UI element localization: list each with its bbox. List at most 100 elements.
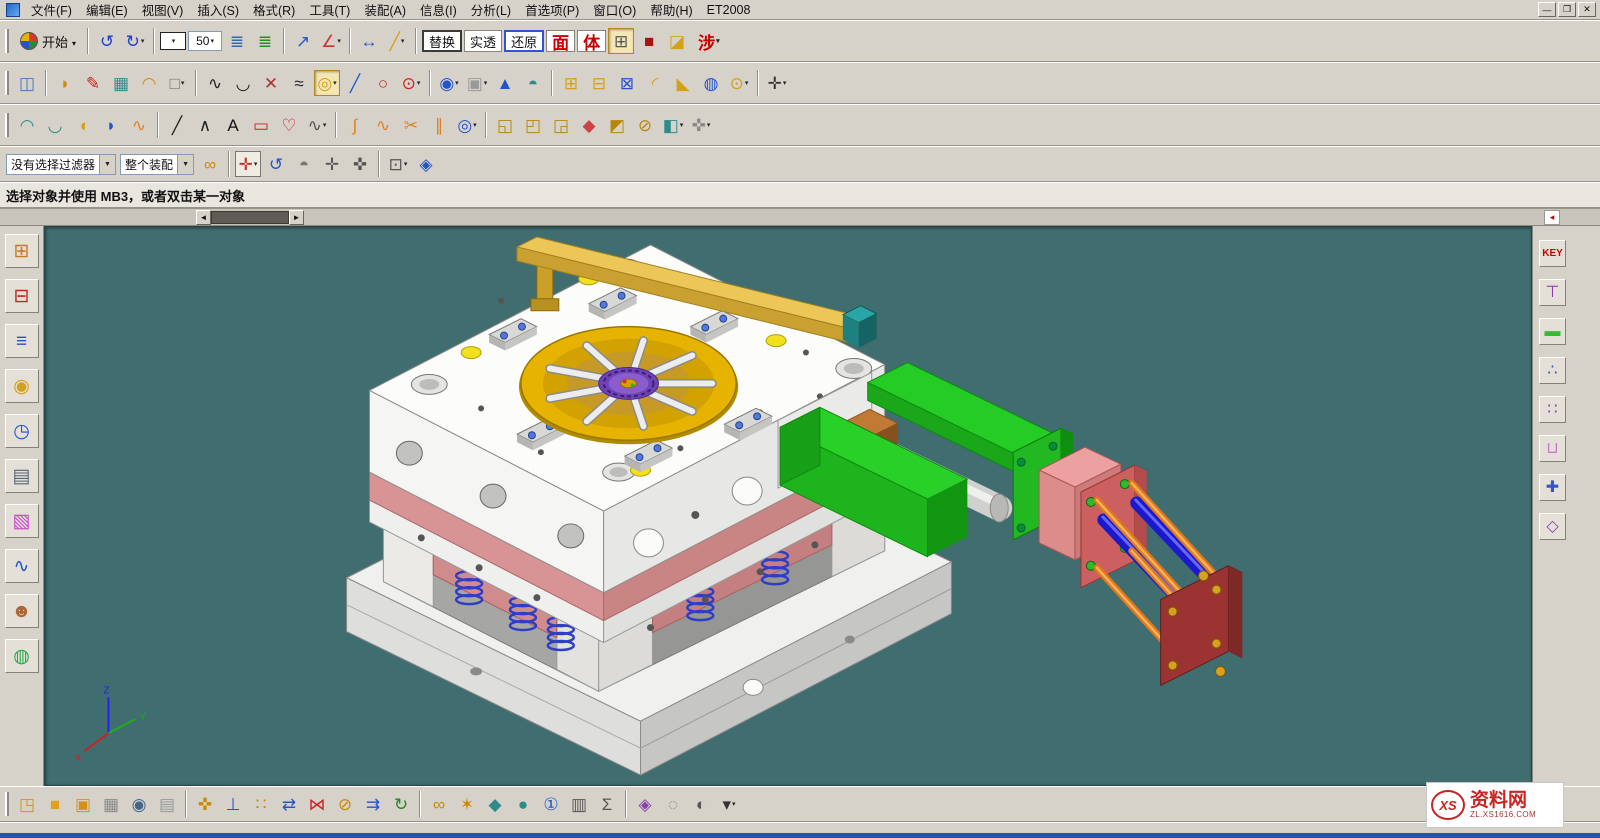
ruler-icon[interactable]: ╱▾	[384, 28, 410, 54]
menu-file[interactable]: 文件(F)	[24, 0, 79, 21]
donut-icon[interactable]: ◎▾	[314, 70, 340, 96]
intersection-curve-icon[interactable]: ✕	[258, 70, 284, 96]
visualization-icon[interactable]: ∿	[5, 549, 39, 583]
dropdown-arrow[interactable]: ▾	[716, 37, 720, 45]
pull-face-icon[interactable]: ◰	[520, 112, 546, 138]
intersect-icon[interactable]: ⊠	[614, 70, 640, 96]
hydraulic-cylinder[interactable]	[1039, 447, 1242, 685]
component-new-icon[interactable]: ◳	[14, 791, 40, 817]
mold-assembly-model[interactable]: Z Y X	[75, 237, 1243, 775]
wcs-triad[interactable]: Z Y X	[75, 685, 147, 764]
assembly-navigator-icon[interactable]: ⊞	[5, 234, 39, 268]
divide-curve-icon[interactable]: ∥	[426, 112, 452, 138]
replace-button[interactable]: 替换	[422, 30, 462, 52]
rotary-disc[interactable]	[519, 327, 738, 445]
replace-component-icon[interactable]: ⇄	[276, 791, 302, 817]
dropdown-arrow[interactable]: ▾	[404, 160, 408, 168]
assembly-constraint-icon[interactable]: ⊥	[220, 791, 246, 817]
menu-format[interactable]: 格式(R)	[246, 0, 302, 21]
cone-surface-icon[interactable]: ◗	[98, 112, 124, 138]
shaded-view-icon[interactable]: ◓	[291, 151, 317, 177]
window-layout-icon[interactable]: ◫	[14, 70, 40, 96]
hole-icon[interactable]: ⊙▾	[726, 70, 752, 96]
point-icon[interactable]: ⊙▾	[398, 70, 424, 96]
menu-analysis[interactable]: 分析(L)	[464, 0, 518, 21]
delete-face-icon[interactable]: ⊘	[632, 112, 658, 138]
constraint-navigator-icon[interactable]: ⊟	[5, 279, 39, 313]
rail-end-cap-teal[interactable]	[843, 306, 877, 348]
project-curve-icon[interactable]: ◡	[230, 70, 256, 96]
toolbar-grip[interactable]	[5, 71, 9, 95]
trim-curve-icon[interactable]: ✂	[398, 112, 424, 138]
block-primitive-icon[interactable]: ▣▾	[464, 70, 490, 96]
toolbar-grip[interactable]	[5, 113, 9, 137]
component-gray-icon[interactable]: ▦	[98, 791, 124, 817]
dropdown-arrow[interactable]: ▾	[484, 79, 488, 87]
wave-link-icon[interactable]: ∞	[426, 791, 452, 817]
dropdown-arrow[interactable]: ▾	[333, 79, 337, 87]
menu-window[interactable]: 窗口(O)	[586, 0, 643, 21]
graphics-viewport[interactable]: Z Y X	[44, 226, 1532, 786]
menu-insert[interactable]: 插入(S)	[190, 0, 246, 21]
sketch-icon[interactable]: ✎	[80, 70, 106, 96]
toolbar-grip[interactable]	[5, 29, 9, 53]
roles-icon[interactable]: ☻	[5, 594, 39, 628]
interference-button[interactable]: 涉▾	[692, 30, 726, 52]
layer-field[interactable]: 50▾	[188, 31, 222, 51]
wave-surface-icon[interactable]: ∿	[126, 112, 152, 138]
scroll-right-button[interactable]: ►	[289, 210, 304, 225]
capsule-icon[interactable]: ▬	[1539, 318, 1566, 345]
rectangle-select-icon[interactable]: ⊡▾	[385, 151, 411, 177]
restore-button-window[interactable]: ❐	[1558, 2, 1576, 17]
tube-icon[interactable]: ◎▾	[454, 112, 480, 138]
offset-region-icon[interactable]: ◲	[548, 112, 574, 138]
dropdown-arrow[interactable]: ▾	[455, 79, 459, 87]
show-hide-icon[interactable]: ◐	[688, 791, 714, 817]
menu-preferences[interactable]: 首选项(P)	[518, 0, 586, 21]
pattern-component-icon[interactable]: ∷	[248, 791, 274, 817]
undo-icon[interactable]: ↺	[94, 28, 120, 54]
product-outline-icon[interactable]: ◈	[632, 791, 658, 817]
orbit-icon[interactable]: ↺	[263, 151, 289, 177]
layer-settings-icon[interactable]: ≣	[224, 28, 250, 54]
arrangements-icon[interactable]: ⇉	[360, 791, 386, 817]
dropdown-arrow[interactable]: ▾	[172, 37, 176, 45]
swept-icon[interactable]: ◖	[70, 112, 96, 138]
tsquare-icon[interactable]: ⊤	[1539, 279, 1566, 306]
ruled-surface-icon[interactable]: ◠	[14, 112, 40, 138]
more-assembly-icon[interactable]: ▾▾	[716, 791, 742, 817]
bridge-curve2-icon[interactable]: ∿	[370, 112, 396, 138]
line-feature-icon[interactable]: ╱	[342, 70, 368, 96]
unite-icon[interactable]: ⊞	[558, 70, 584, 96]
red-cube-icon[interactable]: ■	[636, 28, 662, 54]
fit-spline-icon[interactable]: ∿▾	[304, 112, 330, 138]
spheres-blue-icon[interactable]: ∴	[1539, 357, 1566, 384]
body-button[interactable]: 体	[577, 30, 606, 52]
mirror-assembly-icon[interactable]: ⋈	[304, 791, 330, 817]
menu-et2008[interactable]: ET2008	[700, 1, 758, 19]
dropdown-arrow[interactable]: ▾	[337, 37, 341, 45]
pan-icon[interactable]: ✜	[347, 151, 373, 177]
rectangle-icon[interactable]: ▭	[248, 112, 274, 138]
isolate-icon[interactable]: ◌	[660, 791, 686, 817]
info-icon[interactable]: ①	[538, 791, 564, 817]
component-camera-icon[interactable]: ◉	[126, 791, 152, 817]
dropdown-arrow[interactable]: ▾	[401, 37, 405, 45]
component-stack-icon[interactable]: ▤	[154, 791, 180, 817]
patch-icon[interactable]: ◧▾	[660, 112, 686, 138]
offset-curve-icon[interactable]: ∫	[342, 112, 368, 138]
part-navigator-icon[interactable]: ≡	[5, 324, 39, 358]
more-surface-icon[interactable]: ✜▾	[688, 112, 714, 138]
menu-view[interactable]: 视图(V)	[135, 0, 191, 21]
selection-scope-combo[interactable]: 整个装配	[120, 154, 194, 175]
spheres-purple-icon[interactable]: ∷	[1539, 396, 1566, 423]
distance-measure-icon[interactable]: ↔	[356, 28, 382, 54]
bridge-curve-icon[interactable]: ∿	[202, 70, 228, 96]
menu-edit[interactable]: 编辑(E)	[79, 0, 135, 21]
redo-icon[interactable]: ↻▾	[122, 28, 148, 54]
revolve-icon[interactable]: ◓	[520, 70, 546, 96]
component-add-icon[interactable]: ■	[42, 791, 68, 817]
color-swatch[interactable]: ▾	[160, 32, 186, 50]
move-face-icon[interactable]: ◱	[492, 112, 518, 138]
face-button[interactable]: 面	[546, 30, 575, 52]
